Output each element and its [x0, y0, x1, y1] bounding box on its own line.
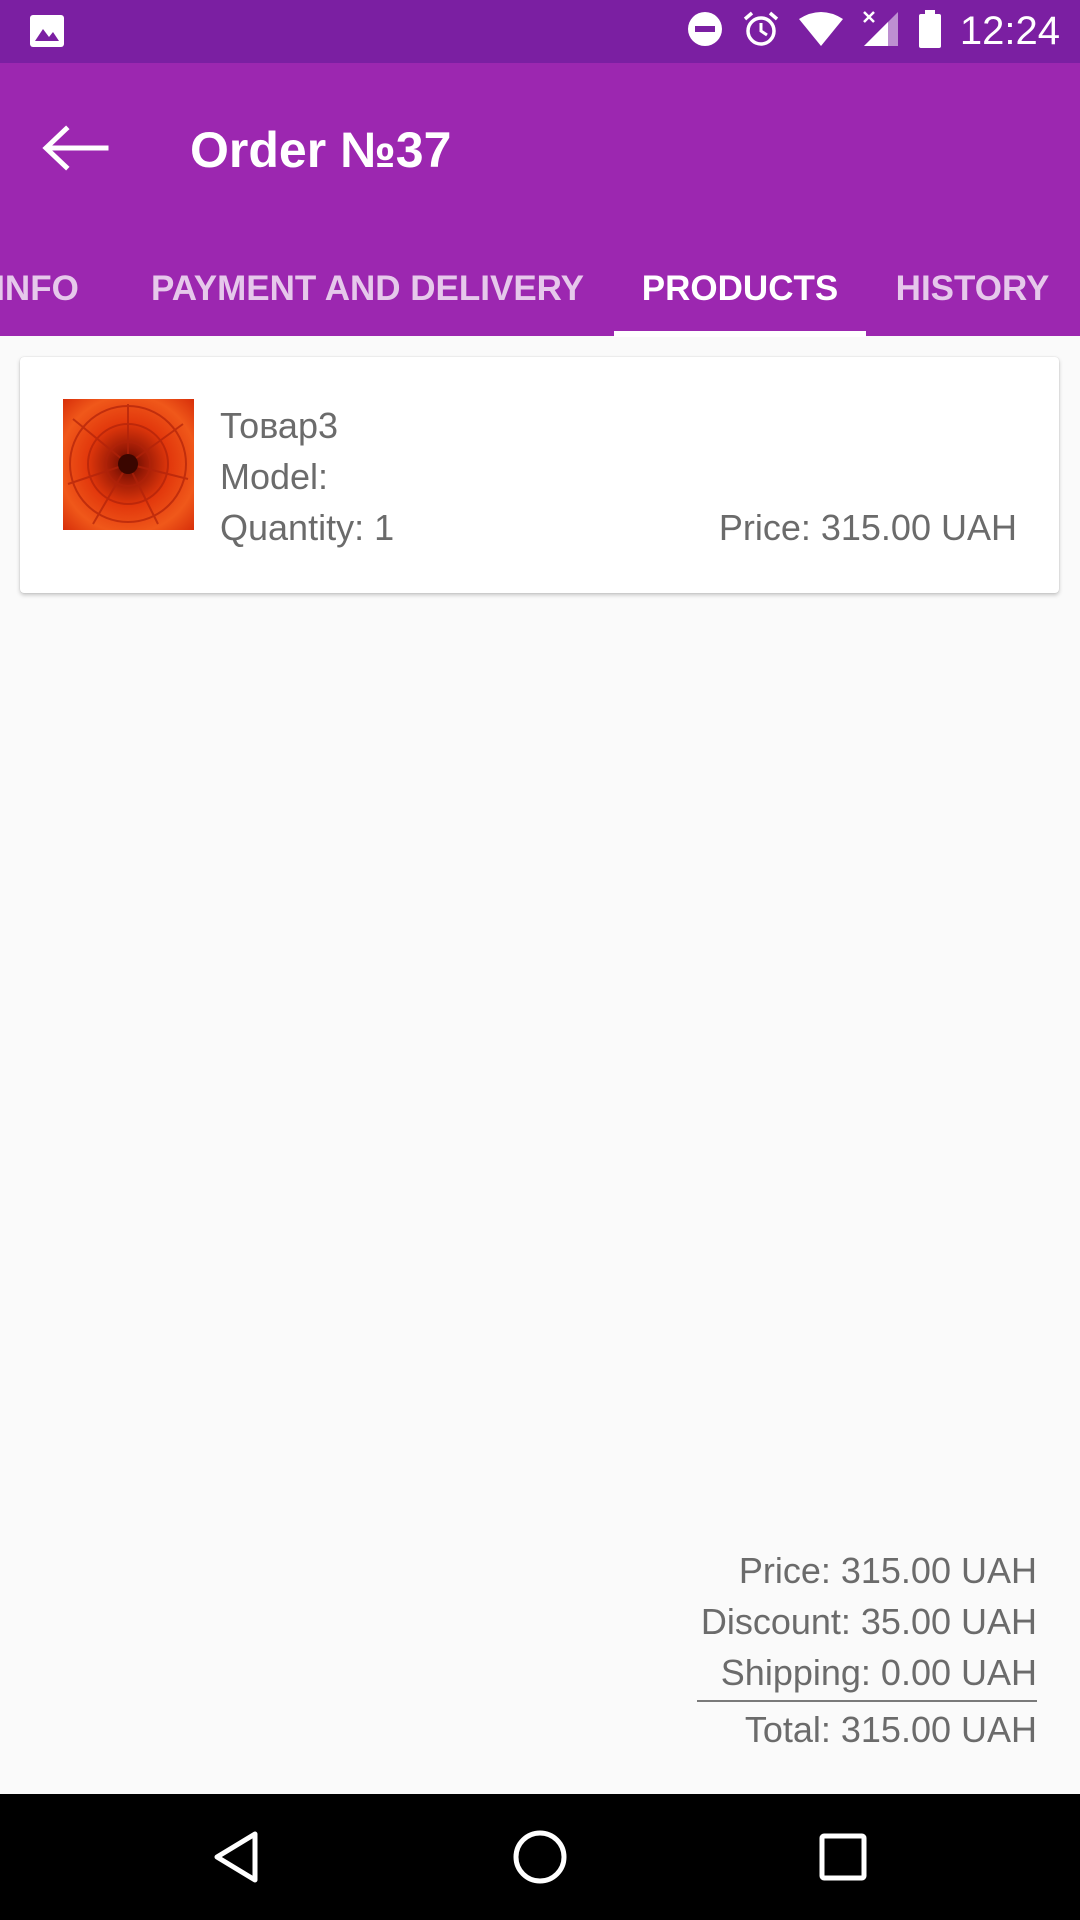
- status-time: 12:24: [959, 9, 1060, 53]
- home-circle-icon: [513, 1830, 567, 1884]
- order-summary: Price: 315.00 UAH Discount: 35.00 UAH Sh…: [637, 1545, 1037, 1755]
- product-card[interactable]: Товар3 Model: Quantity: 1 Price: 315.00 …: [20, 357, 1059, 593]
- flower-image: [63, 399, 194, 530]
- nav-home-button[interactable]: [505, 1822, 575, 1892]
- signal-icon: [862, 10, 900, 53]
- tab-history[interactable]: HISTORY: [885, 241, 1060, 336]
- tab-indicator: [614, 331, 866, 337]
- tab-products-label: PRODUCTS: [641, 268, 839, 308]
- image-icon: [29, 14, 65, 48]
- dnd-icon: [686, 10, 724, 53]
- product-model: Model:: [220, 456, 329, 497]
- navigation-bar: [0, 1794, 1080, 1920]
- tab-info-label: INFO: [0, 268, 79, 308]
- nav-recents-button[interactable]: [808, 1822, 878, 1892]
- summary-divider: [697, 1700, 1037, 1702]
- product-quantity: Quantity: 1: [220, 507, 395, 548]
- product-price: Price: 315.00 UAH: [718, 507, 1017, 548]
- tab-payment-delivery[interactable]: PAYMENT AND DELIVERY: [145, 241, 590, 336]
- page-title: Order №37: [190, 122, 452, 178]
- summary-price: Price: 315.00 UAH: [738, 1550, 1037, 1591]
- product-name: Товар3: [220, 405, 338, 446]
- tab-payment-delivery-label: PAYMENT AND DELIVERY: [150, 268, 585, 308]
- wifi-icon: [798, 11, 844, 52]
- summary-discount: Discount: 35.00 UAH: [700, 1601, 1037, 1642]
- nav-back-button[interactable]: [201, 1822, 271, 1892]
- tab-bar: INFO PAYMENT AND DELIVERY PRODUCTS HISTO…: [0, 241, 1080, 336]
- product-image: [63, 399, 194, 530]
- arrow-back-icon: [42, 125, 109, 171]
- status-bar: 12:24: [0, 0, 1080, 63]
- back-button[interactable]: [30, 103, 120, 193]
- status-icons: 12:24: [686, 0, 1060, 63]
- alarm-icon: [742, 10, 780, 53]
- app-bar: Order №37 INFO PAYMENT AND DELIVERY PROD…: [0, 63, 1080, 337]
- tab-products[interactable]: PRODUCTS: [614, 241, 866, 336]
- summary-total: Total: 315.00 UAH: [744, 1709, 1037, 1750]
- summary-shipping: Shipping: 0.00 UAH: [720, 1652, 1037, 1693]
- battery-icon: [918, 10, 942, 53]
- back-triangle-icon: [214, 1831, 258, 1883]
- recents-square-icon: [819, 1833, 867, 1881]
- tab-history-label: HISTORY: [895, 268, 1050, 308]
- tab-info[interactable]: INFO: [0, 241, 82, 336]
